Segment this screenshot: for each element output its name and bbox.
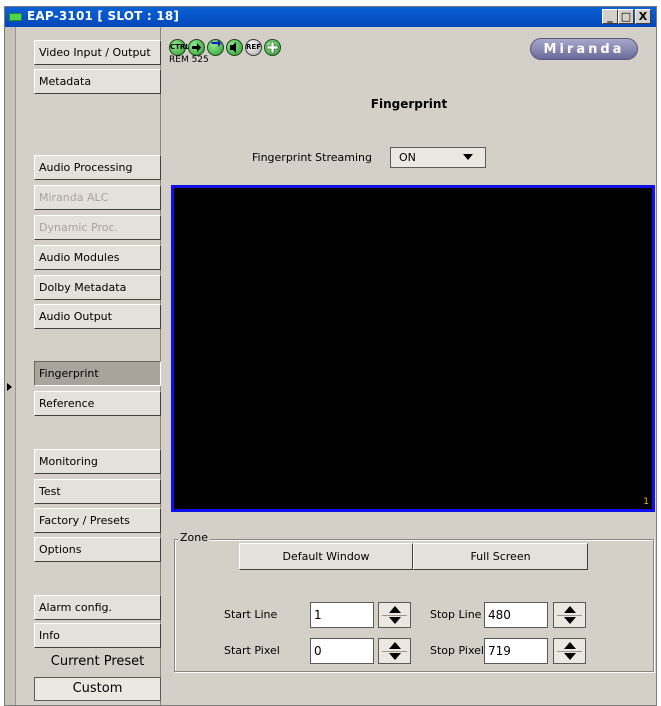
- stepper-divider: [557, 651, 582, 652]
- start-pixel-input[interactable]: 0: [310, 638, 374, 664]
- maximize-button[interactable]: □: [618, 9, 634, 24]
- sidebar-nav: Video Input / Output Metadata Audio Proc…: [16, 27, 161, 705]
- start-line-label: Start Line: [224, 608, 278, 621]
- start-pixel-label: Start Pixel: [224, 644, 280, 657]
- decrement-arrow-icon: [564, 653, 576, 660]
- nav-item-audio-output[interactable]: Audio Output: [34, 304, 161, 329]
- add-icon[interactable]: [264, 39, 281, 56]
- nav-item-video-input-output[interactable]: Video Input / Output: [34, 40, 161, 65]
- title-bar[interactable]: EAP-3101 [ SLOT : 18] _ □ X: [5, 7, 656, 27]
- zone-label: Zone: [178, 531, 211, 544]
- video-overlay-number: 1: [643, 497, 649, 507]
- start-pixel-stepper[interactable]: [378, 638, 411, 664]
- nav-item-miranda-alc[interactable]: Miranda ALC: [34, 185, 161, 210]
- decrement-arrow-icon: [564, 617, 576, 624]
- nav-item-dynamic-proc[interactable]: Dynamic Proc.: [34, 215, 161, 240]
- increment-arrow-icon: [389, 606, 401, 613]
- nav-item-reference[interactable]: Reference: [34, 391, 161, 416]
- stepper-divider: [382, 615, 407, 616]
- nav-item-monitoring[interactable]: Monitoring: [34, 449, 161, 474]
- stop-pixel-input[interactable]: 719: [484, 638, 548, 664]
- stepper-divider: [557, 615, 582, 616]
- nav-item-options[interactable]: Options: [34, 537, 161, 562]
- stop-pixel-stepper[interactable]: [553, 638, 586, 664]
- page-title: Fingerprint: [370, 97, 448, 111]
- stop-line-stepper[interactable]: [553, 602, 586, 628]
- increment-arrow-icon: [564, 642, 576, 649]
- fingerprint-streaming-value: ON: [399, 151, 416, 164]
- stop-line-label: Stop Line: [430, 608, 482, 621]
- nav-item-fingerprint[interactable]: Fingerprint: [34, 361, 161, 386]
- video-preview[interactable]: 1: [171, 185, 655, 512]
- nav-item-metadata[interactable]: Metadata: [34, 69, 161, 94]
- application-window: EAP-3101 [ SLOT : 18] _ □ X Video Input …: [4, 6, 657, 706]
- rem-status-text: REM 525: [169, 55, 209, 65]
- ref-status-icon[interactable]: REF: [245, 39, 262, 56]
- nav-item-test[interactable]: Test: [34, 479, 161, 504]
- stop-pixel-label: Stop Pixel: [430, 644, 484, 657]
- stop-line-input[interactable]: 480: [484, 602, 548, 628]
- full-screen-button[interactable]: Full Screen: [413, 543, 588, 570]
- loop-icon[interactable]: [207, 39, 224, 56]
- status-indicator-icon: [9, 13, 22, 21]
- decrement-arrow-icon: [389, 617, 401, 624]
- selected-arrow-icon: [7, 383, 12, 391]
- current-preset-label: Current Preset: [50, 654, 145, 669]
- default-window-button[interactable]: Default Window: [239, 543, 413, 570]
- close-button[interactable]: X: [635, 9, 651, 24]
- nav-item-factory-presets[interactable]: Factory / Presets: [34, 508, 161, 533]
- stepper-divider: [382, 651, 407, 652]
- nav-item-audio-modules[interactable]: Audio Modules: [34, 245, 161, 270]
- decrement-arrow-icon: [389, 653, 401, 660]
- window-title: EAP-3101 [ SLOT : 18]: [27, 9, 180, 23]
- miranda-logo: Miranda: [530, 38, 638, 60]
- start-line-stepper[interactable]: [378, 602, 411, 628]
- chevron-down-icon: [463, 154, 473, 160]
- nav-item-info[interactable]: Info: [34, 623, 161, 648]
- nav-item-alarm-config[interactable]: Alarm config.: [34, 595, 161, 620]
- nav-item-audio-processing[interactable]: Audio Processing: [34, 155, 161, 180]
- nav-indicator-strip: [5, 27, 16, 705]
- nav-item-dolby-metadata[interactable]: Dolby Metadata: [34, 275, 161, 300]
- main-panel: CTRL REF REM 525 Miranda Fingerprint Fin…: [162, 27, 656, 705]
- fingerprint-streaming-label: Fingerprint Streaming: [252, 151, 372, 164]
- ctrl-status-icon[interactable]: CTRL: [169, 39, 190, 56]
- minimize-button[interactable]: _: [602, 9, 618, 24]
- start-line-input[interactable]: 1: [310, 602, 374, 628]
- current-preset-value[interactable]: Custom: [34, 677, 161, 701]
- fingerprint-streaming-select[interactable]: ON: [390, 147, 486, 168]
- input-arrow-icon[interactable]: [188, 39, 205, 56]
- audio-status-icon[interactable]: [226, 39, 243, 56]
- increment-arrow-icon: [564, 606, 576, 613]
- increment-arrow-icon: [389, 642, 401, 649]
